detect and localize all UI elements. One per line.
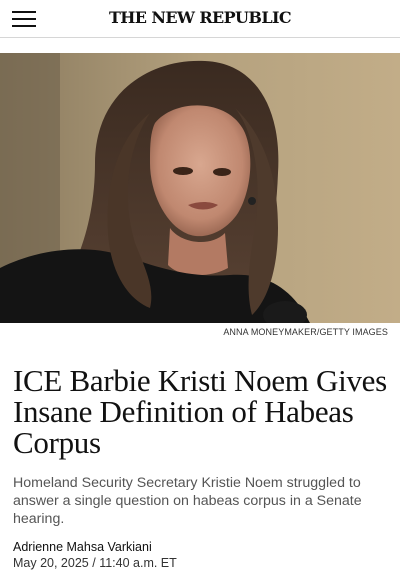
publish-date: May 20, 2025 — [13, 556, 89, 570]
author-link[interactable]: Adrienne Mahsa Varkiani — [13, 540, 152, 554]
photo-credit: ANNA MONEYMAKER/GETTY IMAGES — [223, 327, 388, 337]
article-dek: Homeland Security Secretary Kristie Noem… — [13, 475, 362, 527]
hero-image — [0, 53, 400, 323]
hero-photo — [0, 53, 400, 323]
date-separator: / — [92, 556, 96, 570]
author-byline: Adrienne Mahsa Varkiani — [13, 540, 152, 554]
site-header: THE NEW REPUBLIC — [0, 0, 400, 38]
site-logo[interactable]: THE NEW REPUBLIC — [0, 8, 400, 27]
publish-time: 11:40 a.m. ET — [99, 556, 177, 570]
article-headline: ICE Barbie Kristi Noem Gives Insane Defi… — [13, 363, 387, 460]
publish-dateline: May 20, 2025 / 11:40 a.m. ET — [13, 556, 177, 570]
